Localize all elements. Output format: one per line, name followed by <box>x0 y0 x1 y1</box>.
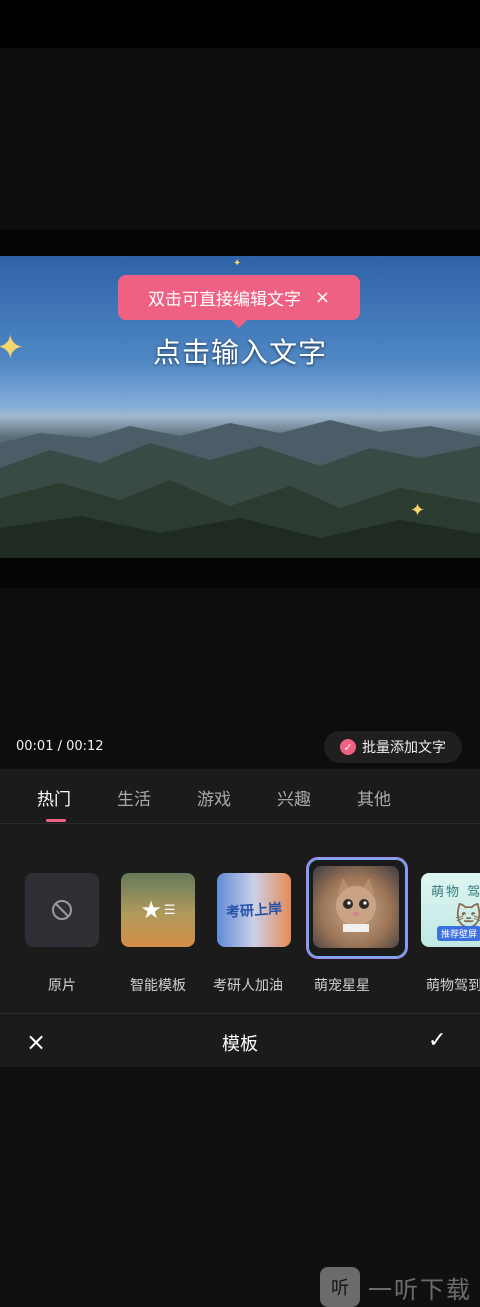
template-original[interactable] <box>25 873 101 947</box>
tooltip-text: 双击可直接编辑文字 <box>147 290 301 310</box>
letterbox-bottom <box>0 558 480 588</box>
tab-life[interactable]: 生活 <box>117 785 151 810</box>
category-tabs: 热门 生活 游戏 兴趣 其他 <box>0 769 480 824</box>
letterbox-top <box>0 230 480 258</box>
template-cute-pets[interactable]: 萌物 驾 🐱 推荐壁屏 <box>421 873 480 947</box>
watermark-logo: 听 <box>320 1267 360 1307</box>
template-label: 萌宠星星 <box>314 978 370 994</box>
thumbnail-text: 萌物 驾 <box>431 885 480 900</box>
thumbnail-button: 推荐壁屏 <box>437 926 480 941</box>
template-thumbnail: 考研上岸 <box>217 873 291 947</box>
tab-interest[interactable]: 兴趣 <box>277 785 311 810</box>
video-preview-area: ✦ ✦ ✦ 双击可直接编辑文字 × 点击输入文字 <box>0 48 480 768</box>
thumbnail-text: 考研上岸 <box>225 901 283 921</box>
cat-icon <box>336 878 376 932</box>
sparkle-icon: ✦ <box>233 258 242 269</box>
batch-add-text-label: 批量添加文字 <box>362 740 446 756</box>
template-smart[interactable]: ★ ☰ <box>121 873 197 947</box>
check-icon: ✓ <box>340 739 356 755</box>
template-exam[interactable]: 考研上岸 <box>217 873 293 947</box>
batch-add-text-button[interactable]: ✓ 批量添加文字 <box>324 731 462 763</box>
watermark-text: 一听下载 <box>368 1275 472 1304</box>
template-label: 考研人加油 <box>213 978 283 994</box>
watermark: 听 一听下载 <box>320 1267 472 1307</box>
tab-hot[interactable]: 热门 <box>37 785 71 810</box>
active-tab-indicator <box>46 819 66 822</box>
smart-star-icon: ★ <box>140 896 162 924</box>
playback-time: 00:01 / 00:12 <box>16 739 104 754</box>
tab-other[interactable]: 其他 <box>357 785 391 810</box>
template-label: 萌物驾到 <box>426 978 480 994</box>
tab-game[interactable]: 游戏 <box>197 785 231 810</box>
template-thumbnail: ★ ☰ <box>121 873 195 947</box>
template-thumbnail <box>25 873 99 947</box>
status-bar <box>0 0 480 48</box>
edit-hint-tooltip: 双击可直接编辑文字 × <box>118 275 360 328</box>
no-symbol-icon <box>52 900 72 920</box>
template-pet-star[interactable] <box>313 866 399 948</box>
bottom-bar: × 模板 听 一听下载 ✓ <box>0 1013 480 1307</box>
sparkle-icon: ✦ <box>410 500 426 521</box>
template-panel: 热门 生活 游戏 兴趣 其他 原片 ★ ☰ 智能模板 考研上岸 考研人加油 萌宠… <box>0 769 480 1307</box>
template-thumbnail: 萌物 驾 🐱 推荐壁屏 <box>421 873 480 947</box>
lines-icon: ☰ <box>163 902 176 918</box>
template-label: 智能模板 <box>130 978 186 994</box>
video-text-overlay[interactable]: 点击输入文字 <box>0 331 480 371</box>
close-icon[interactable]: × <box>315 287 330 308</box>
confirm-check-icon[interactable]: ✓ <box>428 1028 446 1053</box>
panel-title: 模板 <box>222 1034 258 1055</box>
mountain-landscape <box>0 420 480 558</box>
template-label: 原片 <box>48 978 76 994</box>
